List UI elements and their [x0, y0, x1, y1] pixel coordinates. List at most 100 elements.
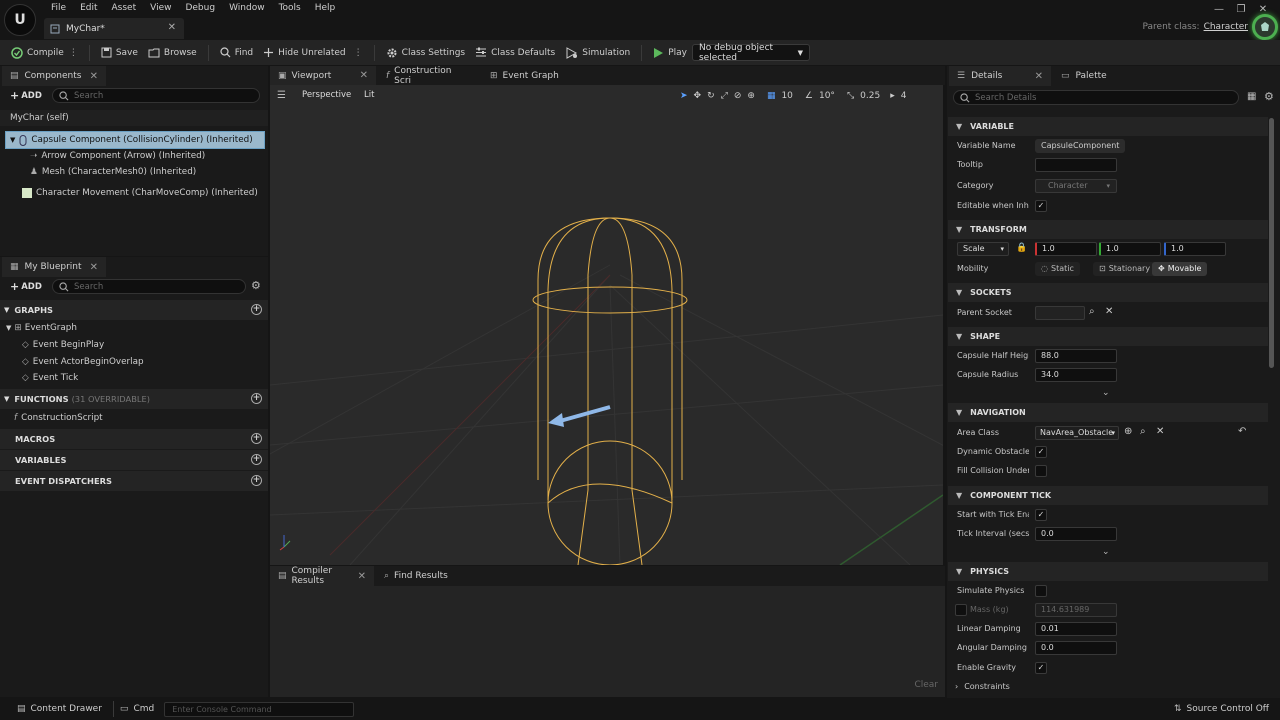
- variable-section-header[interactable]: ▼ VARIABLE: [948, 117, 1268, 136]
- add-variable-icon[interactable]: +: [251, 454, 262, 465]
- clear-button[interactable]: Clear: [914, 680, 938, 690]
- tree-item-capsule-component[interactable]: ▼ Capsule Component (CollisionCylinder) …: [5, 131, 265, 149]
- menu-window[interactable]: Window: [222, 0, 272, 16]
- close-icon[interactable]: ✕: [358, 571, 366, 582]
- enable-gravity-checkbox[interactable]: ✓: [1035, 662, 1047, 674]
- class-defaults-button[interactable]: Class Defaults: [470, 42, 560, 63]
- sockets-section-header[interactable]: ▼ SOCKETS: [948, 283, 1268, 302]
- find-button[interactable]: Find: [215, 42, 258, 63]
- add-component-button[interactable]: + ADD: [6, 88, 46, 103]
- category-select[interactable]: Character ▾: [1035, 179, 1117, 193]
- content-drawer-button[interactable]: ▤ Content Drawer: [12, 699, 107, 720]
- constraints-row[interactable]: › Constraints: [955, 680, 1027, 694]
- rotation-snap-value[interactable]: 10°: [819, 91, 835, 101]
- macros-section-header[interactable]: MACROS +: [0, 429, 268, 449]
- tree-item-construction-script[interactable]: f ConstructionScript: [14, 410, 103, 426]
- hide-unrelated-options-icon[interactable]: ⋮: [354, 48, 363, 58]
- scale-x-field[interactable]: 1.0: [1035, 242, 1097, 256]
- navigation-section-header[interactable]: ▼ NAVIGATION: [948, 403, 1268, 422]
- variable-name-field[interactable]: CapsuleComponent: [1035, 139, 1126, 153]
- dynamic-obstacle-checkbox[interactable]: ✓: [1035, 446, 1047, 458]
- scale-mode-select[interactable]: Scale ▾: [957, 242, 1009, 256]
- tab-event-graph[interactable]: ⊞ Event Graph: [482, 66, 578, 85]
- tab-palette[interactable]: ▭ Palette: [1053, 66, 1133, 86]
- tab-viewport[interactable]: ▣ Viewport ✕: [270, 66, 376, 85]
- scale-z-field[interactable]: 1.0: [1164, 242, 1226, 256]
- rotate-icon[interactable]: ↻: [707, 91, 715, 101]
- shape-section-header[interactable]: ▼ SHAPE: [948, 327, 1268, 346]
- settings-gear-icon[interactable]: ⚙: [251, 279, 261, 292]
- linear-damping-field[interactable]: 0.01: [1035, 622, 1117, 636]
- parent-socket-field[interactable]: [1035, 306, 1085, 320]
- compile-button[interactable]: Compile ⋮: [6, 42, 83, 63]
- settings-gear-icon[interactable]: ⚙: [1264, 90, 1274, 103]
- add-macro-icon[interactable]: +: [251, 433, 262, 444]
- perspective-button[interactable]: Perspective: [297, 87, 356, 102]
- reset-to-default-icon[interactable]: ↶: [1238, 426, 1246, 437]
- translate-icon[interactable]: ✥: [694, 91, 702, 101]
- event-dispatchers-section-header[interactable]: EVENT DISPATCHERS +: [0, 471, 268, 491]
- menu-asset[interactable]: Asset: [105, 0, 144, 16]
- hide-unrelated-button[interactable]: Hide Unrelated ⋮: [258, 42, 368, 63]
- transform-section-header[interactable]: ▼ TRANSFORM: [948, 220, 1268, 239]
- menu-view[interactable]: View: [143, 0, 178, 16]
- component-tick-section-header[interactable]: ▼ COMPONENT TICK: [948, 486, 1268, 505]
- tree-item-self[interactable]: MyChar (self): [0, 110, 268, 126]
- details-scrollbar[interactable]: [1269, 118, 1274, 368]
- mobility-movable-button[interactable]: ✥ Movable: [1152, 262, 1208, 276]
- tree-item-event-beginplay[interactable]: ◇ Event BeginPlay: [22, 337, 104, 353]
- camera-speed-icon[interactable]: ▸: [890, 91, 895, 101]
- menu-debug[interactable]: Debug: [178, 0, 222, 16]
- add-event-dispatcher-icon[interactable]: +: [251, 475, 262, 486]
- tree-item-event-graph[interactable]: ▼ ⊞ EventGraph: [6, 320, 77, 336]
- use-selected-icon[interactable]: ⊕: [1124, 426, 1132, 437]
- property-matrix-icon[interactable]: ▦: [1247, 91, 1256, 102]
- minimize-icon[interactable]: —: [1208, 2, 1230, 16]
- world-local-icon[interactable]: ⊕: [747, 91, 755, 101]
- scale-snap-icon[interactable]: ⤡: [847, 91, 854, 101]
- search-icon[interactable]: ⌕: [1089, 306, 1095, 317]
- tab-details[interactable]: ☰ Details ✕: [949, 66, 1051, 86]
- cmd-button[interactable]: ▭ Cmd: [120, 699, 154, 720]
- angular-damping-field[interactable]: 0.0: [1035, 641, 1117, 655]
- scale-y-field[interactable]: 1.0: [1099, 242, 1161, 256]
- select-icon[interactable]: ➤: [680, 91, 688, 101]
- menu-tools[interactable]: Tools: [272, 0, 308, 16]
- menu-help[interactable]: Help: [308, 0, 343, 16]
- blueprint-search-input[interactable]: Search: [52, 279, 246, 294]
- tree-item-mesh[interactable]: ♟ Mesh (CharacterMesh0) (Inherited): [30, 164, 196, 180]
- maximize-icon[interactable]: ❐: [1230, 2, 1252, 16]
- simulation-button[interactable]: Simulation: [560, 42, 635, 63]
- functions-section-header[interactable]: ▼ FUNCTIONS (31 OVERRIDABLE) +: [0, 389, 268, 409]
- surface-snap-icon[interactable]: ⊘: [734, 91, 742, 101]
- mobility-static-button[interactable]: ◌ Static: [1035, 262, 1080, 276]
- details-search-input[interactable]: Search Details: [953, 90, 1239, 105]
- play-button[interactable]: Play: [648, 42, 692, 63]
- close-icon[interactable]: ✕: [168, 22, 176, 33]
- browse-button[interactable]: Browse: [143, 42, 202, 63]
- simulate-physics-checkbox[interactable]: [1035, 585, 1047, 597]
- lock-icon[interactable]: 🔒: [1016, 243, 1027, 253]
- grid-snap-value[interactable]: 10: [781, 91, 792, 101]
- add-graph-icon[interactable]: +: [251, 304, 262, 315]
- scale-snap-value[interactable]: 0.25: [860, 91, 880, 101]
- source-control-button[interactable]: ⇅ Source Control Off: [1169, 699, 1274, 720]
- scale-icon[interactable]: ⤢: [721, 91, 728, 101]
- tab-compiler-results[interactable]: ▤ Compiler Results ✕: [270, 566, 374, 586]
- fill-collision-checkbox[interactable]: [1035, 465, 1047, 477]
- rotation-snap-icon[interactable]: ∠: [805, 91, 813, 101]
- console-command-input[interactable]: Enter Console Command: [164, 701, 355, 717]
- unreal-logo-icon[interactable]: U: [4, 4, 36, 36]
- tooltip-field[interactable]: [1035, 158, 1117, 172]
- start-tick-checkbox[interactable]: ✓: [1035, 509, 1047, 521]
- class-settings-button[interactable]: Class Settings: [381, 42, 470, 63]
- tab-my-blueprint[interactable]: ▦ My Blueprint ✕: [2, 257, 106, 277]
- expand-advanced-icon[interactable]: ⌄: [1102, 388, 1110, 398]
- compile-options-icon[interactable]: ⋮: [69, 48, 78, 58]
- mass-override-checkbox[interactable]: [955, 604, 967, 616]
- source-control-status-icon[interactable]: [1252, 14, 1278, 40]
- browse-icon[interactable]: ⌕: [1140, 426, 1146, 437]
- document-tab[interactable]: MyChar* ✕: [44, 18, 184, 39]
- tab-construction-script[interactable]: f Construction Scri: [378, 66, 474, 85]
- components-search-input[interactable]: Search: [52, 88, 260, 103]
